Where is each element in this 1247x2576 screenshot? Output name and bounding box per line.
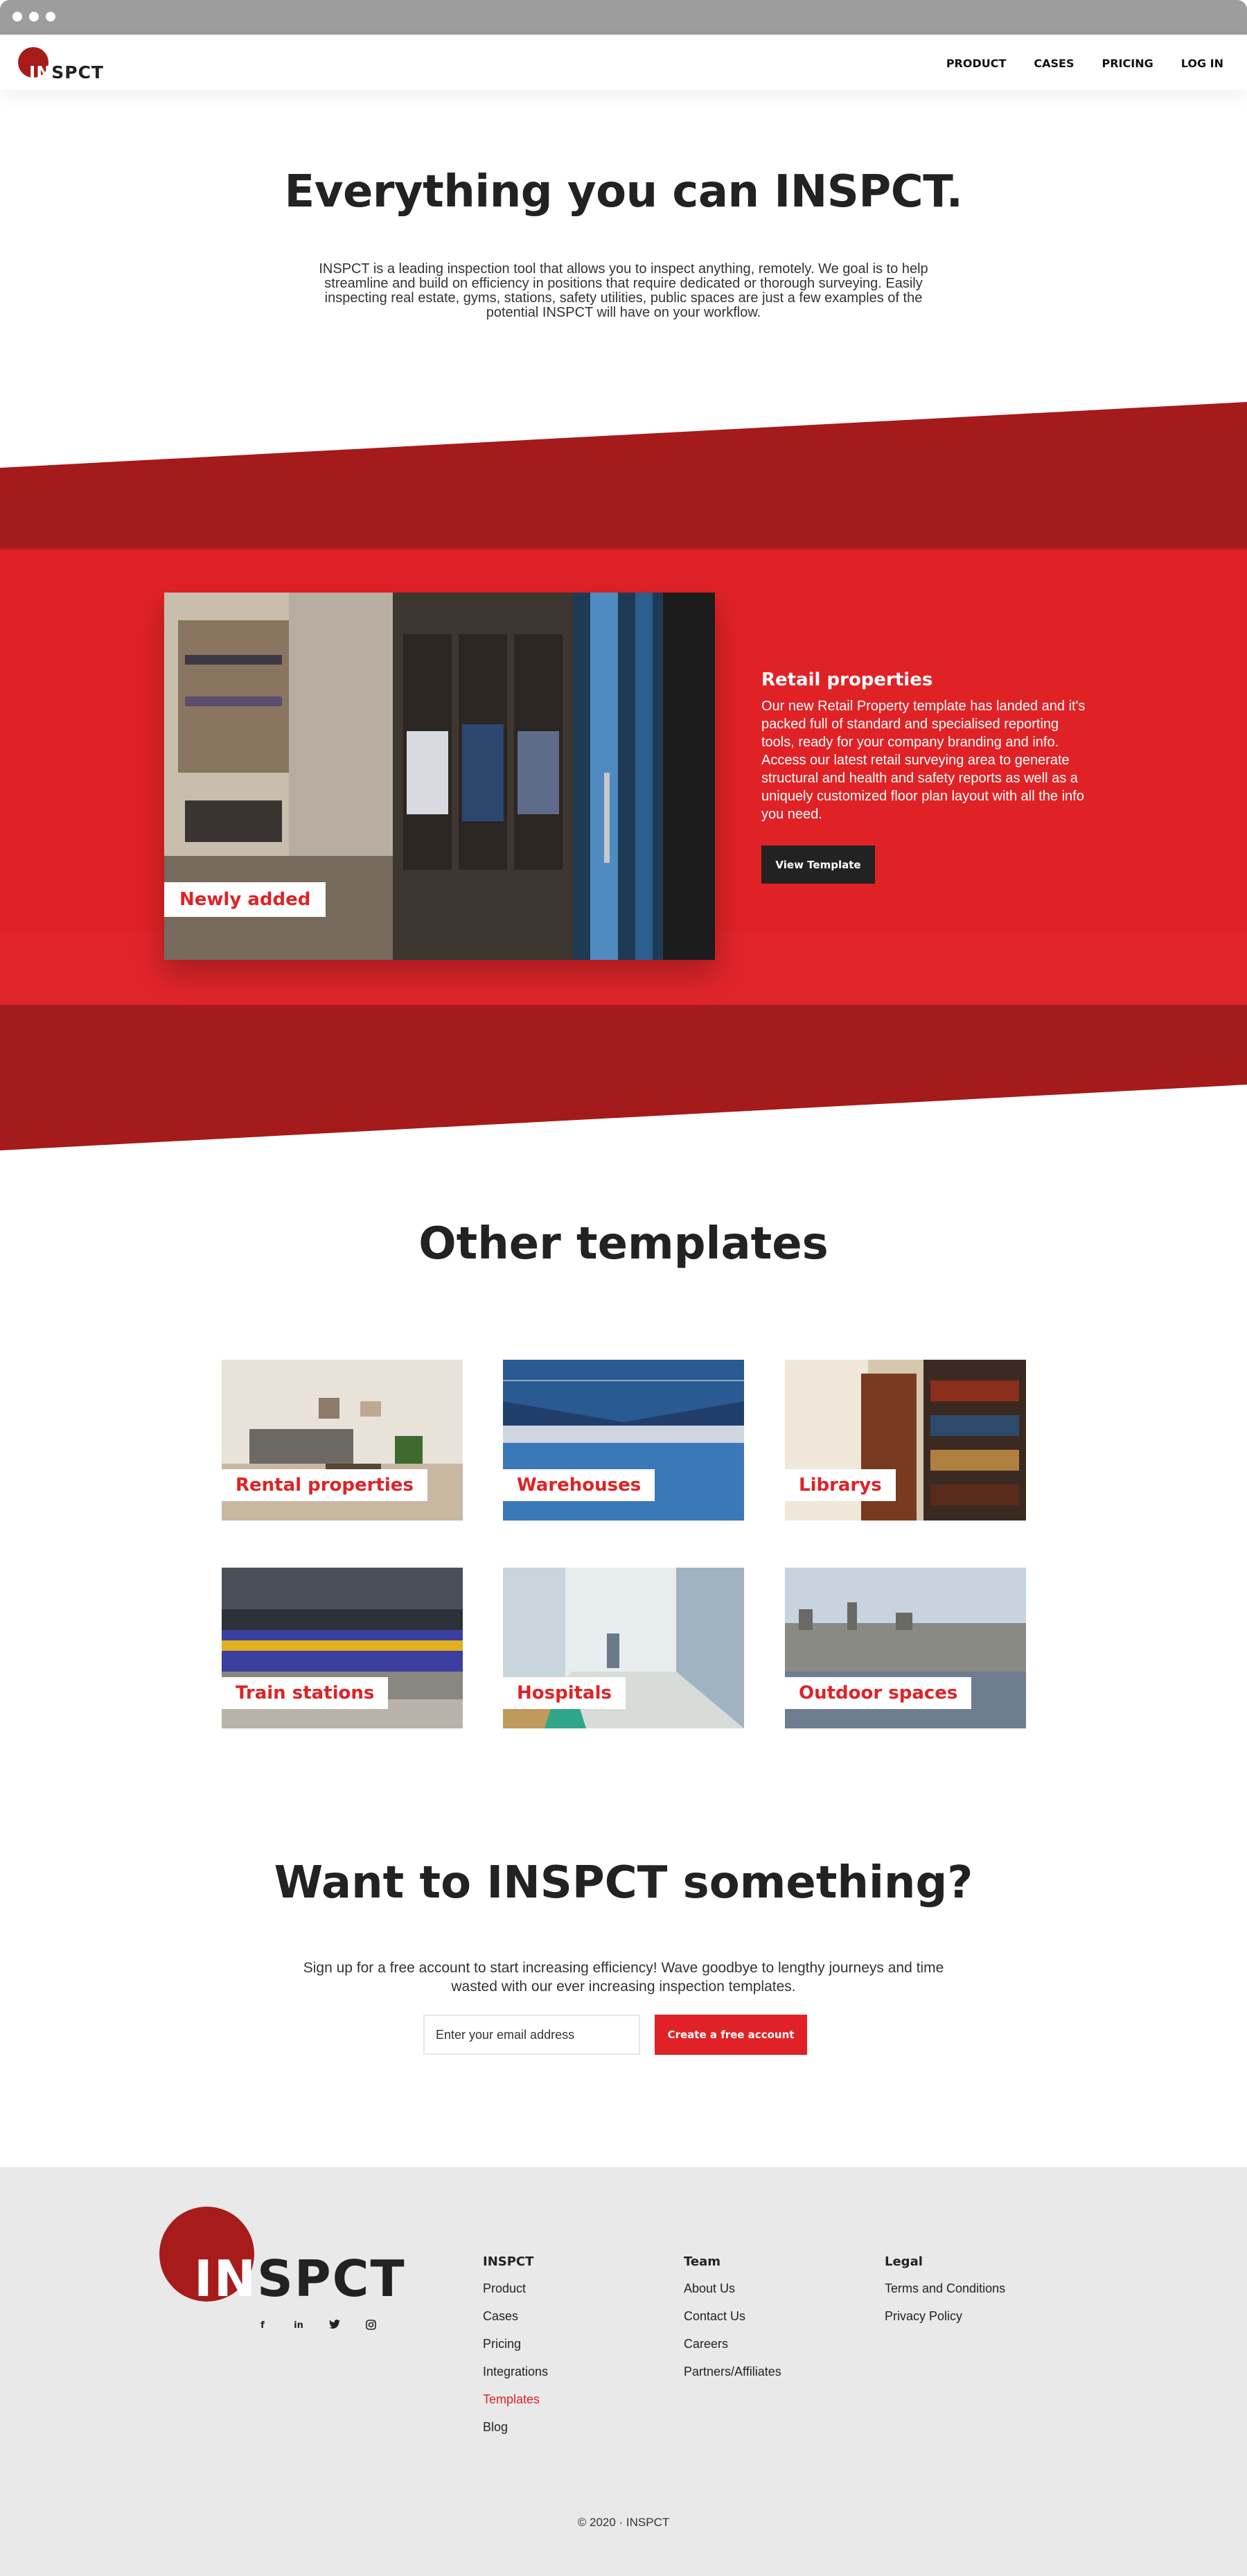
- template-card-rental[interactable]: Rental properties: [222, 1360, 463, 1521]
- footer-link-pricing[interactable]: Pricing: [483, 2336, 548, 2363]
- footer-link-templates[interactable]: Templates: [483, 2391, 548, 2419]
- browser-titlebar: [0, 0, 1247, 35]
- footer-link-integrations[interactable]: Integrations: [483, 2363, 548, 2391]
- footer-link-privacy[interactable]: Privacy Policy: [885, 2308, 1005, 2336]
- footer-link-partners[interactable]: Partners/Affiliates: [684, 2363, 781, 2391]
- footer-heading-legal: Legal: [885, 2254, 923, 2269]
- template-card-libraries[interactable]: Librarys: [785, 1360, 1026, 1521]
- nav-links: PRODUCT CASES PRICING LOG IN: [937, 50, 1233, 77]
- footer-column-legal: Legal Terms and Conditions Privacy Polic…: [885, 2254, 1005, 2336]
- cta-description: Sign up for a free account to start incr…: [303, 1960, 944, 1995]
- footer-link-about-us[interactable]: About Us: [684, 2280, 781, 2308]
- other-templates-title: Other templates: [418, 1218, 829, 1270]
- template-label-warehouses: Warehouses: [503, 1469, 655, 1501]
- footer: INSPCT f in INSPCT Product Cases Pricing…: [0, 2167, 1247, 2576]
- nav-link-product[interactable]: PRODUCT: [937, 50, 1016, 77]
- feature-title: Retail properties: [761, 669, 933, 690]
- template-label-train-stations: Train stations: [222, 1677, 389, 1709]
- logo-wordmark: INSPCT: [29, 62, 104, 82]
- footer-link-contact-us[interactable]: Contact Us: [684, 2308, 781, 2336]
- template-card-hospitals[interactable]: Hospitals: [503, 1568, 744, 1728]
- nav-link-pricing[interactable]: PRICING: [1093, 50, 1163, 77]
- footer-link-cases[interactable]: Cases: [483, 2308, 548, 2336]
- template-card-train-stations[interactable]: Train stations: [222, 1568, 463, 1728]
- footer-column-inspct: INSPCT Product Cases Pricing Integration…: [483, 2254, 548, 2446]
- newly-added-badge: Newly added: [164, 882, 326, 917]
- footer-heading-team: Team: [684, 2254, 720, 2269]
- header-logo[interactable]: INSPCT: [18, 47, 104, 82]
- footer-link-blog[interactable]: Blog: [483, 2419, 548, 2446]
- hero-description: INSPCT is a leading inspection tool that…: [319, 261, 928, 320]
- footer-heading-inspct: INSPCT: [483, 2254, 534, 2269]
- footer-link-terms[interactable]: Terms and Conditions: [885, 2280, 1005, 2308]
- feature-description: Our new Retail Property template has lan…: [761, 699, 1086, 822]
- template-card-warehouses[interactable]: Warehouses: [503, 1360, 744, 1521]
- copyright: © 2020 · INSPCT: [577, 2516, 670, 2529]
- window-close-dot[interactable]: [12, 12, 22, 21]
- social-links: f in: [256, 2320, 377, 2332]
- footer-link-product[interactable]: Product: [483, 2280, 548, 2308]
- nav-link-cases[interactable]: CASES: [1024, 50, 1084, 77]
- retail-feature-image[interactable]: Newly added: [164, 593, 715, 960]
- linkedin-icon[interactable]: in: [292, 2320, 305, 2332]
- template-label-outdoor-spaces: Outdoor spaces: [785, 1677, 972, 1709]
- window-maximize-dot[interactable]: [46, 12, 55, 21]
- facebook-icon[interactable]: f: [256, 2320, 269, 2332]
- window-minimize-dot[interactable]: [29, 12, 39, 21]
- top-navigation: INSPCT PRODUCT CASES PRICING LOG IN: [0, 35, 1247, 90]
- footer-logo-wordmark: INSPCT: [194, 2250, 406, 2308]
- email-input[interactable]: [423, 2015, 640, 2055]
- cta-title: Want to INSPCT something?: [274, 1857, 973, 1909]
- footer-column-team: Team About Us Contact Us Careers Partner…: [684, 2254, 781, 2391]
- template-label-rental: Rental properties: [222, 1469, 427, 1501]
- footer-logo[interactable]: INSPCT: [159, 2207, 405, 2317]
- instagram-icon[interactable]: [364, 2320, 377, 2332]
- view-template-button[interactable]: View Template: [761, 845, 875, 884]
- footer-link-careers[interactable]: Careers: [684, 2336, 781, 2363]
- template-label-libraries: Librarys: [785, 1469, 896, 1501]
- nav-link-login[interactable]: LOG IN: [1171, 50, 1233, 77]
- twitter-icon[interactable]: [328, 2320, 341, 2332]
- template-label-hospitals: Hospitals: [503, 1677, 626, 1709]
- template-card-outdoor-spaces[interactable]: Outdoor spaces: [785, 1568, 1026, 1728]
- hero-title: Everything you can INSPCT.: [284, 166, 963, 218]
- create-account-button[interactable]: Create a free account: [655, 2015, 807, 2055]
